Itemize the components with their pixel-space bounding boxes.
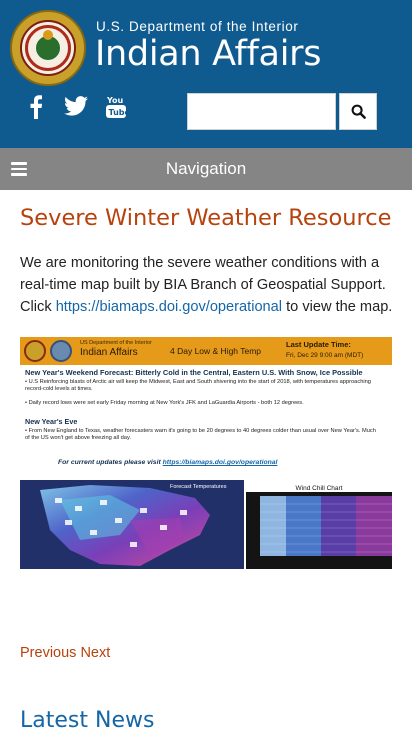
svg-text:You: You <box>106 96 124 105</box>
interior-seal-icon <box>24 340 46 362</box>
infographic-update-label: Last Update Time: <box>286 340 351 349</box>
infographic-bullet: • Daily record lows were set early Frida… <box>25 400 304 406</box>
facebook-icon[interactable] <box>28 95 44 119</box>
forecast-temperature-map <box>20 480 244 569</box>
navigation-bar[interactable]: Navigation <box>0 148 412 190</box>
twitter-icon[interactable] <box>64 95 88 117</box>
infographic-bullet: • From New England to Texas, weather for… <box>25 428 376 441</box>
page-title: Severe Winter Weather Resource <box>20 205 392 231</box>
site-header: U.S. Department of the Interior Indian A… <box>0 0 412 148</box>
next-link[interactable]: Next <box>80 645 110 661</box>
forecast-map-label: Forecast Temperatures <box>170 484 227 490</box>
navigation-label[interactable]: Navigation <box>0 159 412 179</box>
infographic-temp-title: 4 Day Low & High Temp <box>170 346 262 356</box>
infographic-subhead: New Year's Eve <box>25 417 78 426</box>
infographic-bullet: • U.S Reinforcing blasts of Arctic air w… <box>25 379 371 392</box>
site-title[interactable]: Indian Affairs <box>95 34 321 74</box>
seal-inner <box>20 20 76 76</box>
winter-weather-infographic[interactable]: US Department of the Interior Indian Aff… <box>20 337 392 569</box>
search-input[interactable] <box>187 93 336 130</box>
operational-map-link[interactable]: https://biamaps.doi.gov/operational <box>56 299 282 315</box>
infographic-headline: New Year's Weekend Forecast: Bitterly Co… <box>25 368 363 377</box>
latest-news-heading: Latest News <box>20 708 155 732</box>
department-seal-logo[interactable] <box>10 10 86 86</box>
pager: Previous Next <box>20 645 110 661</box>
infographic-updates-link: https://biamaps.doi.gov/operational <box>162 459 278 466</box>
search-button[interactable] <box>339 93 377 130</box>
wind-chill-chart <box>246 480 392 569</box>
agency-line: U.S. Department of the Interior <box>96 19 299 34</box>
intro-text-after: to view the map. <box>282 299 393 315</box>
infographic-update-time: Fri, Dec 29 9:00 am (MDT) <box>286 352 364 359</box>
infographic-updates-prefix: For current updates please visit <box>58 459 163 466</box>
infographic-updates-line: For current updates please visit https:/… <box>58 459 277 466</box>
search-icon <box>351 104 366 119</box>
seal-sun <box>43 30 53 40</box>
infographic-agency: Indian Affairs <box>80 347 138 358</box>
svg-text:Tube: Tube <box>109 108 129 117</box>
bia-seal-icon <box>50 340 72 362</box>
youtube-icon[interactable]: You Tube <box>104 95 131 121</box>
intro-paragraph: We are monitoring the severe weather con… <box>20 252 400 318</box>
infographic-agency-small: US Department of the Interior <box>80 340 152 346</box>
previous-link[interactable]: Previous <box>20 645 76 661</box>
wind-chill-title: Wind Chill Chart <box>295 485 343 492</box>
